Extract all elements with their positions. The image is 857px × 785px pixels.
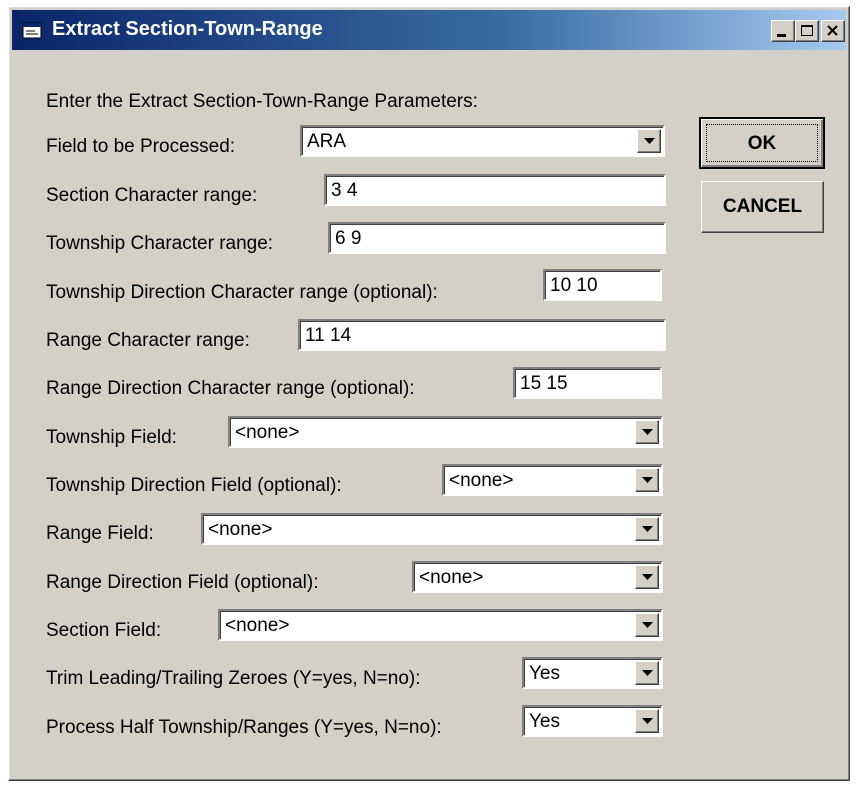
window-title: Extract Section-Town-Range [52, 18, 323, 40]
range-range-label: Range Character range: [46, 330, 250, 351]
cancel-button[interactable]: CANCEL [701, 181, 824, 233]
chevron-down-icon [642, 429, 653, 435]
trim-zeroes-select[interactable]: Yes [522, 657, 663, 689]
chevron-down-icon [642, 574, 653, 580]
township-dir-field-label: Township Direction Field (optional): [46, 475, 342, 496]
chevron-down-icon [642, 622, 653, 628]
section-range-input[interactable]: 3 4 [324, 174, 666, 206]
range-dir-range-value: 15 15 [520, 373, 568, 394]
township-dir-range-label: Township Direction Character range (opti… [46, 282, 438, 303]
title-bar[interactable]: Extract Section-Town-Range [12, 10, 846, 50]
cancel-button-label: CANCEL [722, 196, 803, 217]
trim-zeroes-value: Yes [529, 663, 560, 684]
township-range-value: 6 9 [335, 228, 362, 249]
trim-zeroes-label: Trim Leading/Trailing Zeroes (Y=yes, N=n… [46, 668, 421, 689]
chevron-down-icon [642, 670, 653, 676]
range-dir-range-input[interactable]: 15 15 [513, 367, 662, 399]
field-to-process-value: ARA [307, 131, 347, 152]
section-field-value: <none> [225, 615, 290, 636]
dropdown-button[interactable] [635, 661, 659, 685]
township-range-input[interactable]: 6 9 [328, 222, 666, 254]
section-field-label: Section Field: [46, 620, 162, 641]
dropdown-button[interactable] [635, 565, 659, 589]
field-to-process-label: Field to be Processed: [46, 136, 236, 157]
township-field-select[interactable]: <none> [228, 416, 663, 448]
township-dir-range-input[interactable]: 10 10 [543, 269, 662, 301]
field-to-process-select[interactable]: ARA [300, 125, 665, 157]
half-township-value: Yes [529, 711, 560, 732]
chevron-down-icon [642, 526, 653, 532]
township-dir-range-value: 10 10 [550, 275, 598, 296]
close-icon [827, 25, 838, 36]
chevron-down-icon [642, 718, 653, 724]
maximize-icon [801, 25, 813, 36]
ok-button-label: OK [747, 133, 777, 154]
close-button[interactable] [821, 20, 845, 42]
township-field-value: <none> [235, 422, 300, 443]
dropdown-button[interactable] [635, 709, 659, 733]
range-field-value: <none> [208, 519, 273, 540]
township-field-label: Township Field: [46, 427, 177, 448]
range-dir-field-value: <none> [419, 567, 484, 588]
township-dir-field-value: <none> [449, 470, 514, 491]
intro-text: Enter the Extract Section-Town-Range Par… [46, 91, 478, 112]
township-dir-field-select[interactable]: <none> [442, 464, 663, 496]
minimize-icon [777, 34, 786, 37]
range-dir-range-label: Range Direction Character range (optiona… [46, 378, 415, 399]
chevron-down-icon [642, 477, 653, 483]
range-range-value: 11 14 [305, 325, 352, 346]
dropdown-button[interactable] [637, 129, 661, 153]
range-dir-field-label: Range Direction Field (optional): [46, 572, 319, 593]
range-range-input[interactable]: 11 14 [298, 319, 666, 351]
minimize-button[interactable] [771, 20, 795, 42]
dropdown-button[interactable] [635, 613, 659, 637]
chevron-down-icon [644, 138, 655, 144]
dialog-window: Extract Section-Town-Range Enter the Ext… [8, 6, 850, 781]
app-form-icon [22, 22, 42, 39]
half-township-label: Process Half Township/Ranges (Y=yes, N=n… [46, 717, 442, 738]
section-range-value: 3 4 [331, 180, 358, 201]
section-range-label: Section Character range: [46, 185, 258, 206]
range-field-label: Range Field: [46, 523, 154, 544]
dropdown-button[interactable] [635, 517, 659, 541]
maximize-button[interactable] [795, 20, 819, 42]
township-range-label: Township Character range: [46, 233, 274, 254]
ok-button[interactable]: OK [699, 117, 825, 169]
range-dir-field-select[interactable]: <none> [412, 561, 663, 593]
dropdown-button[interactable] [635, 468, 659, 492]
section-field-select[interactable]: <none> [218, 609, 663, 641]
half-township-select[interactable]: Yes [522, 705, 663, 737]
dropdown-button[interactable] [635, 420, 659, 444]
range-field-select[interactable]: <none> [201, 513, 663, 545]
